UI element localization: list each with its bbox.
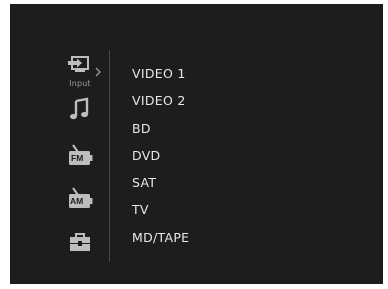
source-item-dvd[interactable]: DVD <box>132 142 189 169</box>
source-item-bd[interactable]: BD <box>132 115 189 142</box>
input-source-list: VIDEO 1 VIDEO 2 BD DVD SAT TV MD/TAPE <box>132 60 189 251</box>
source-item-sat[interactable]: SAT <box>132 169 189 196</box>
am-radio-icon: AM <box>67 187 93 209</box>
setup-toolbox-icon <box>68 232 92 256</box>
sidebar-divider <box>109 50 110 262</box>
source-item-tv[interactable]: TV <box>132 196 189 223</box>
input-label: Input <box>69 79 91 88</box>
am-badge: AM <box>70 196 84 206</box>
fm-radio-icon: FM <box>67 144 93 166</box>
source-item-video2[interactable]: VIDEO 2 <box>132 87 189 114</box>
music-note-icon <box>68 97 92 125</box>
osd-screen: Input FM AM VIDEO 1 VIDEO 2 BD DVD SAT T… <box>10 4 383 284</box>
fm-badge: FM <box>71 153 84 163</box>
selection-arrow-icon <box>94 62 102 77</box>
category-am[interactable]: AM <box>56 187 104 209</box>
source-item-mdtape[interactable]: MD/TAPE <box>132 224 189 251</box>
source-item-video1[interactable]: VIDEO 1 <box>132 60 189 87</box>
category-fm[interactable]: FM <box>56 144 104 166</box>
category-setup[interactable] <box>56 232 104 256</box>
input-icon <box>66 54 94 78</box>
category-sidebar: Input FM AM <box>56 52 112 264</box>
category-music[interactable] <box>56 97 104 125</box>
